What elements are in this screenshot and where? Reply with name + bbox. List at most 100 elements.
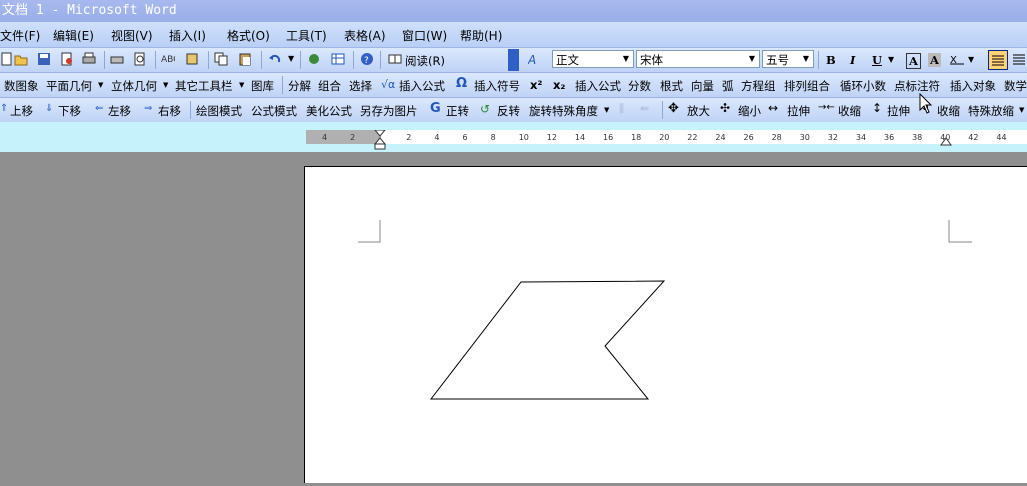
styles-icon[interactable]: A (528, 52, 542, 66)
zoom-out-button[interactable]: 缩小 (738, 103, 761, 119)
table-icon[interactable] (331, 52, 345, 66)
reading-button[interactable]: 阅读(R) (405, 53, 445, 69)
rotate-cw-button[interactable]: 正转 (446, 103, 469, 119)
spelling-icon[interactable]: ABC (161, 52, 175, 66)
print-icon[interactable] (82, 52, 96, 66)
ruler-margin-left (306, 130, 381, 144)
menu-file[interactable]: 文件(F) (0, 27, 40, 44)
math-tool-arc[interactable]: 弧 (722, 78, 734, 94)
menu-window[interactable]: 窗口(W) (402, 27, 447, 44)
chevron-down-icon[interactable]: ▼ (619, 51, 633, 67)
document-page[interactable] (304, 166, 1027, 483)
shrink-v-button[interactable]: 收缩 (937, 103, 960, 119)
math-tool-graph[interactable]: 数图象 (4, 78, 39, 94)
math-tool-equation-system[interactable]: 方程组 (741, 78, 776, 94)
save-as-image-button[interactable]: 另存为图片 (360, 103, 418, 119)
separator (261, 51, 262, 69)
save-icon[interactable] (37, 52, 51, 66)
menu-edit[interactable]: 编辑(E) (53, 27, 94, 44)
math-tool-repeating-decimal[interactable]: 循环小数 (840, 78, 886, 94)
drawing-mode-button[interactable]: 绘图模式 (196, 103, 242, 119)
math-tool-other-toolbars[interactable]: 其它工具栏 (175, 78, 233, 94)
permission-icon[interactable] (60, 52, 74, 66)
stretch-h-button[interactable]: 拉伸 (787, 103, 810, 119)
menu-tools[interactable]: 工具(T) (286, 27, 327, 44)
flip-vertical-icon[interactable]: ⇚ (640, 102, 649, 115)
geometric-shape[interactable] (429, 280, 666, 400)
char-scale-dropdown-icon[interactable]: ▼ (968, 55, 974, 64)
formula-mode-button[interactable]: 公式模式 (251, 103, 297, 119)
menu-table[interactable]: 表格(A) (344, 27, 386, 44)
page-canvas (358, 220, 972, 400)
math-tool-radical[interactable]: 根式 (660, 78, 683, 94)
char-shading-button[interactable]: A (928, 53, 941, 67)
align-justify-button[interactable] (988, 50, 1008, 70)
move-up-button[interactable]: 上移 (10, 103, 33, 119)
align-distributed-icon[interactable] (1012, 52, 1026, 66)
flip-horizontal-icon[interactable]: ⫼ (619, 102, 624, 116)
ruler-tick-label: 30 (799, 133, 810, 142)
special-scale-button[interactable]: 特殊放缩 (968, 103, 1014, 119)
bold-button[interactable]: B (826, 53, 836, 67)
math-tool-permutation[interactable]: 排列组合 (784, 78, 830, 94)
math-tool-vector[interactable]: 向量 (691, 78, 714, 94)
math-tool-fraction[interactable]: 分数 (628, 78, 651, 94)
reading-icon[interactable] (388, 52, 402, 66)
math-tool-math[interactable]: 数学 (1004, 78, 1027, 94)
undo-dropdown-icon[interactable]: ▼ (288, 54, 294, 63)
undo-icon[interactable] (268, 52, 282, 66)
math-tool-library[interactable]: 图库 (251, 78, 274, 94)
move-right-button[interactable]: 右移 (158, 103, 181, 119)
right-indent-marker-icon[interactable] (940, 136, 952, 146)
move-left-button[interactable]: 左移 (108, 103, 131, 119)
italic-button[interactable]: I (850, 53, 855, 67)
font-select[interactable]: 宋体 ▼ (636, 50, 760, 68)
new-document-icon[interactable] (0, 52, 14, 66)
toolbar-options-icon[interactable] (508, 49, 519, 71)
math-tool-insert-object[interactable]: 插入对象 (950, 78, 996, 94)
paste-icon[interactable] (238, 52, 252, 66)
chevron-down-icon[interactable]: ▼ (745, 51, 759, 67)
copy-icon[interactable] (214, 52, 228, 66)
ruler-tick-label: 26 (743, 133, 754, 142)
magnifier-icon[interactable] (133, 52, 147, 66)
superscript-button[interactable]: x² (530, 78, 542, 92)
hyperlink-icon[interactable] (307, 52, 321, 66)
menu-help[interactable]: 帮助(H) (460, 27, 502, 44)
menu-insert[interactable]: 插入(I) (169, 27, 206, 44)
rotate-special-angle-button[interactable]: 旋转特殊角度 (529, 103, 598, 119)
move-down-button[interactable]: 下移 (58, 103, 81, 119)
zoom-in-button[interactable]: 放大 (687, 103, 710, 119)
math-tool-decompose[interactable]: 分解 (288, 78, 311, 94)
subscript-button[interactable]: x₂ (553, 78, 565, 92)
char-scale-icon[interactable]: X (950, 52, 964, 66)
underline-button[interactable]: U (872, 53, 882, 67)
math-tool-solid-geometry[interactable]: 立体几何 (111, 78, 157, 94)
stretch-v-button[interactable]: 拉伸 (887, 103, 910, 119)
char-border-button[interactable]: A (906, 53, 921, 69)
underline-dropdown-icon[interactable]: ▼ (888, 55, 894, 64)
help-icon[interactable]: ? (360, 52, 374, 66)
open-folder-icon[interactable] (14, 52, 28, 66)
print-preview-icon[interactable] (110, 52, 124, 66)
chevron-down-icon[interactable]: ▼ (799, 51, 813, 67)
math-tool-select[interactable]: 选择 (349, 78, 372, 94)
style-select[interactable]: 正文 ▼ (552, 50, 634, 68)
math-tool-insert-formula-2[interactable]: 插入公式 (575, 78, 621, 94)
shrink-h-button[interactable]: 收缩 (838, 103, 861, 119)
ruler-tick-label: 2 (406, 133, 412, 142)
beautify-formula-button[interactable]: 美化公式 (306, 103, 352, 119)
math-tool-group[interactable]: 组合 (318, 78, 341, 94)
math-tool-dot-mark[interactable]: 点标注符 (894, 78, 940, 94)
menu-view[interactable]: 视图(V) (111, 27, 153, 44)
math-tool-insert-formula[interactable]: 插入公式 (399, 78, 445, 94)
math-tool-plane-geometry[interactable]: 平面几何 (46, 78, 92, 94)
research-icon[interactable] (185, 52, 199, 66)
math-tool-insert-symbol[interactable]: 插入符号 (474, 78, 520, 94)
workspace-margin (0, 152, 304, 482)
indent-marker-icon[interactable] (373, 130, 387, 150)
rotate-ccw-button[interactable]: 反转 (497, 103, 520, 119)
menu-format[interactable]: 格式(O) (227, 27, 270, 44)
rotate-ccw-icon: ↺ (480, 102, 491, 116)
font-size-select[interactable]: 五号 ▼ (762, 50, 814, 68)
